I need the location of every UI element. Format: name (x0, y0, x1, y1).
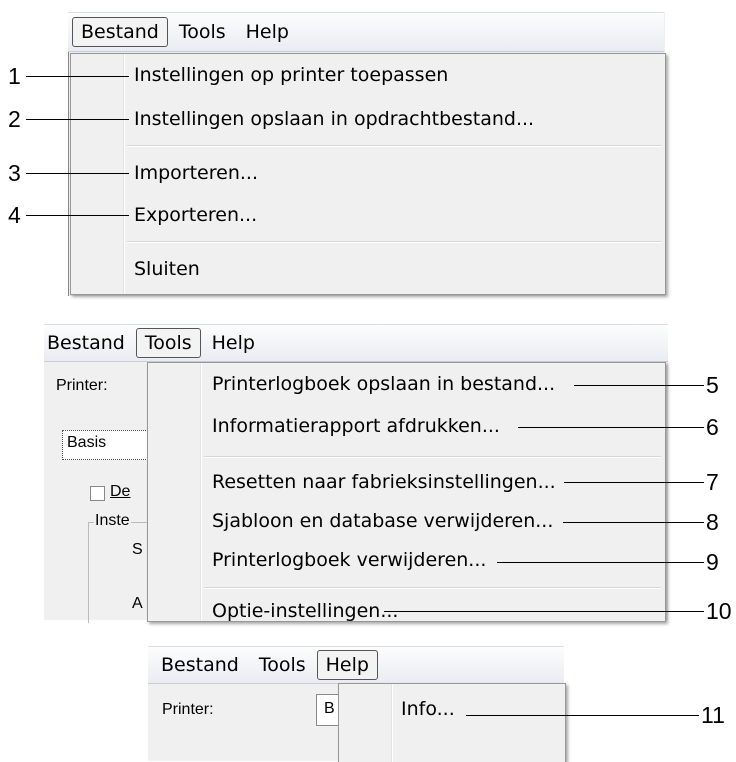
callout-line (26, 173, 129, 174)
menu-tools[interactable]: Tools (170, 17, 235, 47)
callout-line (564, 482, 704, 483)
menu-item-import[interactable]: Importeren... (134, 162, 258, 184)
bestand-dropdown: Instellingen op printer toepassen Instel… (70, 53, 666, 295)
menu-item-delete-printer-log[interactable]: Printerlogboek verwijderen... (212, 549, 486, 571)
menubar: Bestand Tools Help (148, 646, 564, 684)
menubar: Bestand Tools Help (44, 324, 668, 362)
tab-basis[interactable]: Basis (62, 430, 148, 460)
menubar: Bestand Tools Help (68, 12, 664, 52)
printer-label: Printer: (162, 701, 214, 718)
row-a-label: A (132, 595, 143, 612)
menu-tools[interactable]: Tools (250, 650, 315, 680)
callout-line (497, 562, 704, 563)
menu-item-close[interactable]: Sluiten (134, 258, 200, 280)
help-dropdown: Info... (338, 683, 566, 762)
menu-item-delete-template-db[interactable]: Sjabloon en database verwijderen... (212, 510, 553, 532)
menu-bestand[interactable]: Bestand (72, 17, 168, 47)
menu-item-save-printer-log[interactable]: Printerlogboek opslaan in bestand... (212, 373, 555, 395)
menu-item-save-settings[interactable]: Instellingen opslaan in opdrachtbestand.… (134, 108, 534, 130)
group-label: Inste (94, 512, 131, 530)
callout-line (563, 522, 704, 523)
callout-1: 1 (8, 63, 21, 89)
menu-item-apply-settings[interactable]: Instellingen op printer toepassen (134, 64, 448, 86)
callout-11: 11 (701, 702, 725, 728)
callout-line (384, 611, 704, 612)
menu-bestand[interactable]: Bestand (38, 328, 134, 358)
checkbox[interactable] (90, 486, 105, 501)
callout-7: 7 (706, 469, 719, 495)
callout-6: 6 (706, 414, 719, 440)
row-s-label: S (132, 541, 143, 558)
menu-tools[interactable]: Tools (135, 328, 201, 358)
callout-10: 10 (706, 598, 732, 624)
menu-item-factory-reset[interactable]: Resetten naar fabrieksinstellingen... (212, 471, 556, 493)
menu-item-info[interactable]: Info... (401, 698, 455, 720)
menu-help[interactable]: Help (237, 17, 298, 47)
callout-3: 3 (8, 160, 21, 186)
tools-dropdown: Printerlogboek opslaan in bestand... Inf… (147, 362, 666, 622)
menu-help[interactable]: Help (203, 328, 264, 358)
callout-9: 9 (706, 549, 719, 575)
menu-help[interactable]: Help (316, 650, 378, 680)
callout-line (26, 76, 129, 77)
checkbox-label: De (110, 483, 131, 500)
printer-label: Printer: (56, 377, 108, 394)
callout-2: 2 (8, 106, 21, 132)
callout-line (574, 385, 704, 386)
menu-item-print-info-report[interactable]: Informatierapport afdrukken... (212, 415, 500, 437)
callout-8: 8 (706, 509, 719, 535)
callout-line (518, 427, 704, 428)
menu-item-options[interactable]: Optie-instellingen... (212, 600, 398, 622)
callout-4: 4 (8, 202, 21, 228)
callout-line (26, 119, 129, 120)
callout-line (26, 215, 129, 216)
callout-line (466, 715, 699, 716)
tab-basis-label: Basis (67, 434, 107, 451)
callout-5: 5 (706, 372, 719, 398)
printer-select-value: B (324, 700, 335, 717)
menu-bestand[interactable]: Bestand (152, 650, 248, 680)
menu-item-export[interactable]: Exporteren... (134, 204, 257, 226)
